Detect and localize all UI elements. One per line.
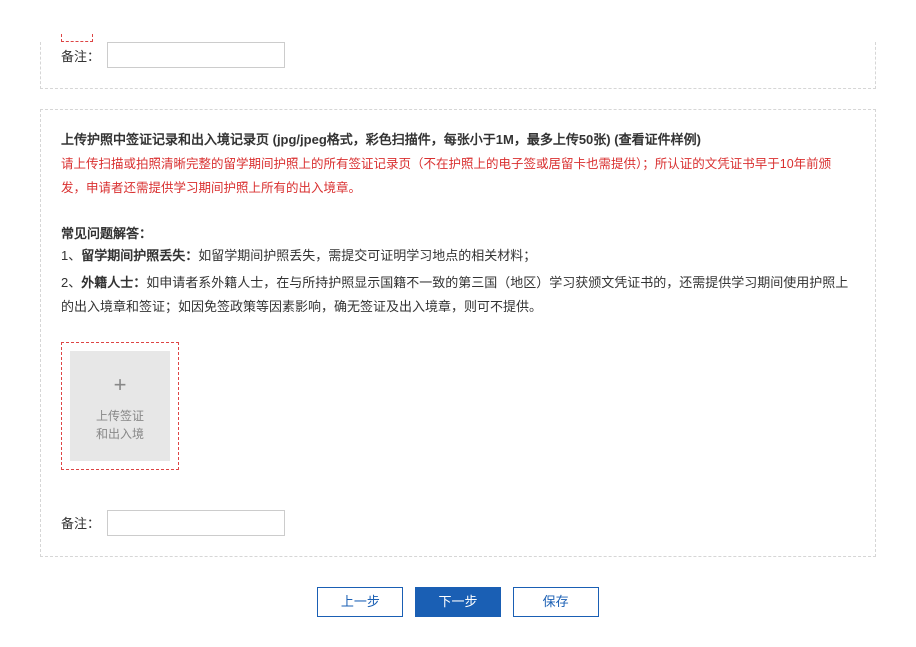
faq1-bold: 留学期间护照丢失：	[81, 248, 198, 263]
remark-label-1: 备注：	[61, 46, 107, 65]
faq-item-2: 2、外籍人士：如申请者系外籍人士，在与所持护照显示国籍不一致的第三国（地区）学习…	[61, 271, 855, 320]
remark-row-1: 备注：	[61, 42, 855, 68]
prev-upload-box-fragment	[61, 34, 93, 42]
section-prev-fragment: 备注：	[40, 42, 876, 89]
page: 备注： 上传护照中签证记录和出入境记录页 (jpg/jpeg格式，彩色扫描件，每…	[0, 42, 916, 647]
faq-item-1: 1、留学期间护照丢失：如留学期间护照丢失，需提交可证明学习地点的相关材料；	[61, 244, 855, 269]
upload-box-wrap: + 上传签证 和出入境	[61, 342, 179, 470]
upload-title: 上传护照中签证记录和出入境记录页 (jpg/jpeg格式，彩色扫描件，每张小于1…	[61, 132, 614, 147]
faq2-num: 2、	[61, 275, 81, 290]
remark-input-1[interactable]	[107, 42, 285, 68]
faq-heading: 常见问题解答：	[61, 223, 855, 242]
faq2-text: 如申请者系外籍人士，在与所持护照显示国籍不一致的第三国（地区）学习获颁文凭证书的…	[61, 275, 848, 315]
upload-label-line1: 上传签证	[96, 407, 144, 425]
view-sample-link[interactable]: (查看证件样例)	[614, 132, 701, 147]
faq1-num: 1、	[61, 248, 81, 263]
upload-visa-entry-button[interactable]: + 上传签证 和出入境	[70, 351, 170, 461]
remark-row-2: 备注：	[61, 510, 855, 536]
faq2-bold: 外籍人士：	[81, 275, 146, 290]
plus-icon: +	[114, 368, 127, 401]
remark-input-2[interactable]	[107, 510, 285, 536]
upload-title-row: 上传护照中签证记录和出入境记录页 (jpg/jpeg格式，彩色扫描件，每张小于1…	[61, 128, 855, 151]
remark-label-2: 备注：	[61, 513, 107, 532]
faq1-text: 如留学期间护照丢失，需提交可证明学习地点的相关材料；	[198, 248, 536, 263]
section-passport-visa-upload: 上传护照中签证记录和出入境记录页 (jpg/jpeg格式，彩色扫描件，每张小于1…	[40, 109, 876, 557]
upload-red-note: 请上传扫描或拍照清晰完整的留学期间护照上的所有签证记录页（不在护照上的电子签或居…	[61, 153, 855, 201]
upload-label-line2: 和出入境	[96, 425, 144, 443]
